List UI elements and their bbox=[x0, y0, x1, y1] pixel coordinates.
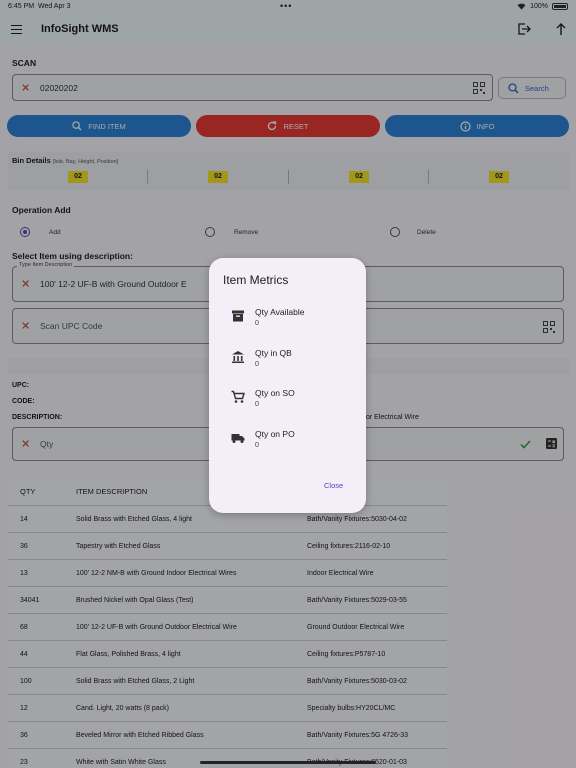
metric-label: Qty in QB bbox=[255, 348, 292, 358]
metric-qty-available: Qty Available 0 bbox=[209, 307, 366, 337]
metric-qty-on-so: Qty on SO 0 bbox=[209, 388, 366, 418]
metric-label: Qty Available bbox=[255, 307, 305, 317]
dialog-title: Item Metrics bbox=[223, 273, 289, 287]
metric-value: 0 bbox=[255, 401, 259, 408]
item-metrics-dialog: Item Metrics Qty Available 0 Qty in QB 0… bbox=[209, 258, 366, 513]
cart-icon bbox=[231, 390, 245, 403]
home-indicator[interactable] bbox=[200, 761, 376, 764]
metric-value: 0 bbox=[255, 320, 259, 327]
metric-qty-on-po: Qty on PO 0 bbox=[209, 429, 366, 459]
metric-value: 0 bbox=[255, 442, 259, 449]
metric-qty-in-qb: Qty in QB 0 bbox=[209, 348, 366, 378]
metric-label: Qty on PO bbox=[255, 429, 295, 439]
archive-icon bbox=[232, 310, 244, 322]
metric-label: Qty on SO bbox=[255, 388, 295, 398]
metric-value: 0 bbox=[255, 361, 259, 368]
truck-icon bbox=[231, 434, 245, 443]
close-button[interactable]: Close bbox=[324, 481, 343, 490]
bank-icon bbox=[232, 351, 244, 363]
